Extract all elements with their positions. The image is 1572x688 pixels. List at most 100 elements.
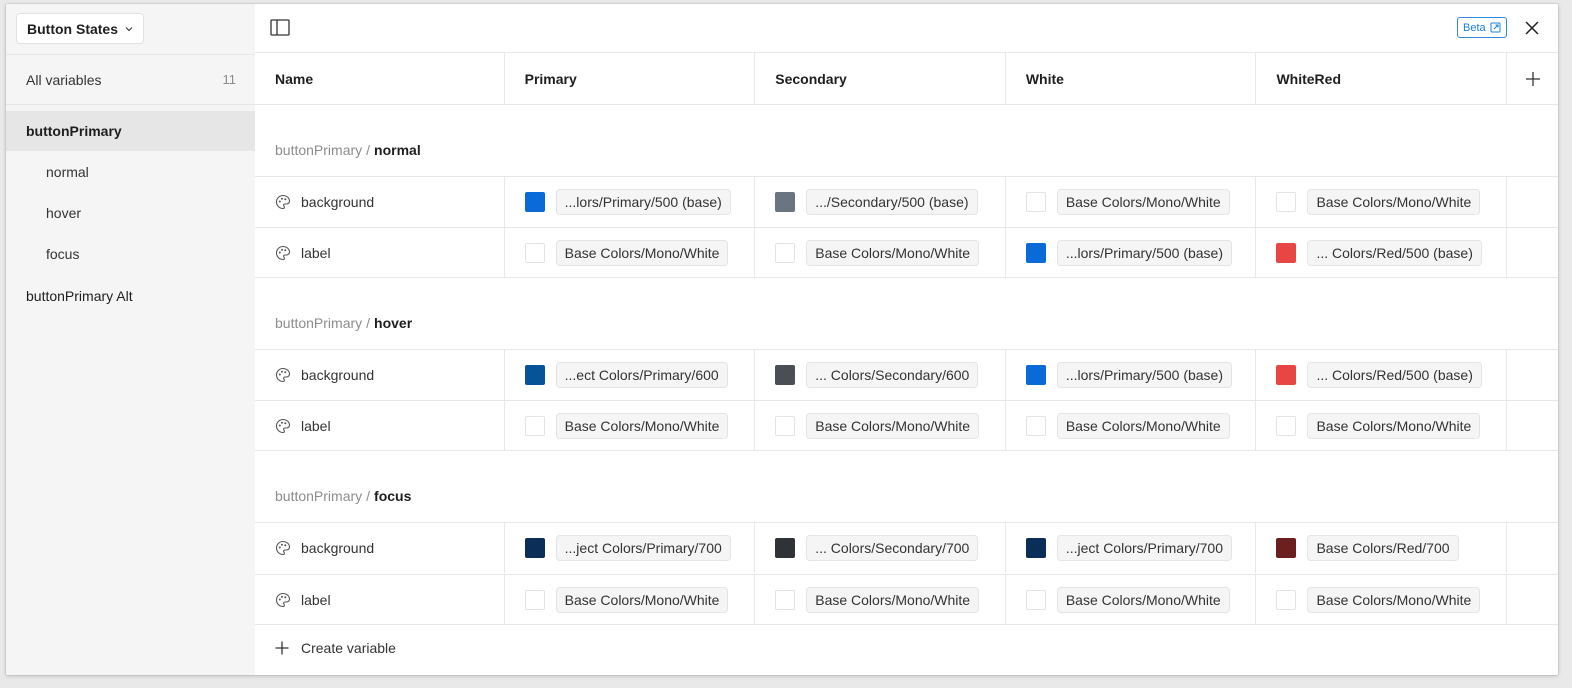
color-swatch[interactable] — [524, 538, 545, 558]
color-swatch[interactable] — [524, 365, 545, 385]
table-row[interactable]: label Base Colors/Mono/White Base Colors/M… — [255, 574, 1558, 625]
beta-badge[interactable]: Beta — [1457, 17, 1507, 38]
color-swatch[interactable] — [1025, 243, 1046, 263]
all-variables-item[interactable]: All variables 11 — [6, 54, 255, 105]
variable-value-cell[interactable]: ...ect Colors/Primary/600 — [505, 350, 756, 400]
variable-value-cell[interactable]: ... Colors/Secondary/600 — [755, 350, 1006, 400]
table-row[interactable]: background ...ect Colors/Primary/600 ... C… — [255, 349, 1558, 400]
variable-value-cell[interactable]: ... Colors/Red/500 (base) — [1256, 350, 1508, 400]
color-swatch[interactable] — [1276, 538, 1297, 558]
alias-pill[interactable]: ...lors/Primary/500 (base) — [555, 189, 731, 215]
color-swatch[interactable] — [775, 192, 796, 212]
color-swatch[interactable] — [775, 416, 796, 436]
variable-value-cell[interactable]: Base Colors/Mono/White — [505, 228, 756, 278]
variable-value-cell[interactable]: Base Colors/Mono/White — [1256, 401, 1508, 451]
alias-pill[interactable]: Base Colors/Mono/White — [1056, 587, 1230, 613]
table-row[interactable]: background ...ject Colors/Primary/700 ... … — [255, 522, 1558, 573]
alias-pill[interactable]: Base Colors/Mono/White — [1307, 587, 1481, 613]
sidebar-item-buttonprimary[interactable]: buttonPrimary — [6, 111, 255, 151]
color-swatch[interactable] — [1276, 243, 1297, 263]
variable-name-cell[interactable]: background — [255, 523, 505, 573]
alias-pill[interactable]: .../Secondary/500 (base) — [806, 189, 978, 215]
close-icon[interactable] — [1523, 19, 1541, 37]
alias-pill[interactable]: Base Colors/Mono/White — [806, 413, 980, 439]
color-swatch[interactable] — [524, 243, 545, 263]
color-swatch[interactable] — [775, 365, 796, 385]
alias-pill[interactable]: ...lors/Primary/500 (base) — [1056, 240, 1233, 266]
variable-value-cell[interactable]: ...lors/Primary/500 (base) — [1006, 350, 1257, 400]
alias-pill[interactable]: Base Colors/Mono/White — [555, 587, 729, 613]
alias-pill[interactable]: ... Colors/Secondary/700 — [806, 535, 979, 561]
color-swatch[interactable] — [1276, 590, 1297, 610]
color-swatch[interactable] — [775, 590, 796, 610]
variable-value-cell[interactable]: ...ject Colors/Primary/700 — [1006, 523, 1257, 573]
color-swatch[interactable] — [1276, 416, 1297, 436]
column-header-secondary[interactable]: Secondary — [755, 53, 1006, 105]
variable-value-cell[interactable]: Base Colors/Red/700 — [1256, 523, 1508, 573]
color-swatch[interactable] — [1025, 538, 1046, 558]
alias-pill[interactable]: ... Colors/Red/500 (base) — [1307, 362, 1482, 388]
variable-value-cell[interactable]: .../Secondary/500 (base) — [755, 177, 1006, 227]
variable-value-cell[interactable]: Base Colors/Mono/White — [505, 575, 756, 625]
variable-value-cell[interactable]: Base Colors/Mono/White — [1006, 401, 1257, 451]
variable-value-cell[interactable]: Base Colors/Mono/White — [755, 575, 1006, 625]
sidebar-item-hover[interactable]: hover — [6, 193, 255, 233]
variable-value-cell[interactable]: Base Colors/Mono/White — [1006, 575, 1257, 625]
variable-value-cell[interactable]: Base Colors/Mono/White — [1006, 177, 1257, 227]
table-row[interactable]: label Base Colors/Mono/White Base Colors/M… — [255, 227, 1558, 278]
alias-pill[interactable]: Base Colors/Mono/White — [1307, 189, 1481, 215]
column-header-primary[interactable]: Primary — [505, 53, 756, 105]
alias-pill[interactable]: ...lors/Primary/500 (base) — [1056, 362, 1233, 388]
alias-pill[interactable]: ...ject Colors/Primary/700 — [1056, 535, 1233, 561]
alias-pill[interactable]: ...ject Colors/Primary/700 — [555, 535, 731, 561]
alias-pill[interactable]: ... Colors/Secondary/600 — [806, 362, 979, 388]
alias-pill[interactable]: Base Colors/Mono/White — [1307, 413, 1481, 439]
variable-value-cell[interactable]: Base Colors/Mono/White — [1256, 575, 1508, 625]
color-swatch[interactable] — [524, 590, 545, 610]
alias-pill[interactable]: Base Colors/Mono/White — [555, 240, 729, 266]
variable-name-cell[interactable]: label — [255, 575, 505, 625]
variable-value-cell[interactable]: Base Colors/Mono/White — [505, 401, 756, 451]
variable-value-cell[interactable]: Base Colors/Mono/White — [755, 228, 1006, 278]
column-header-white[interactable]: White — [1006, 53, 1257, 105]
variable-value-cell[interactable]: ... Colors/Red/500 (base) — [1256, 228, 1508, 278]
sidebar-item-focus[interactable]: focus — [6, 234, 255, 274]
alias-pill[interactable]: Base Colors/Mono/White — [806, 240, 980, 266]
create-variable-button[interactable]: Create variable — [275, 640, 396, 656]
variable-name-cell[interactable]: label — [255, 228, 505, 278]
table-row[interactable]: background ...lors/Primary/500 (base) .../… — [255, 176, 1558, 227]
color-swatch[interactable] — [775, 243, 796, 263]
variable-name-cell[interactable]: label — [255, 401, 505, 451]
alias-pill[interactable]: ... Colors/Red/500 (base) — [1307, 240, 1482, 266]
add-mode-button[interactable] — [1507, 53, 1558, 105]
color-swatch[interactable] — [1276, 365, 1297, 385]
variable-value-cell[interactable]: Base Colors/Mono/White — [1256, 177, 1508, 227]
alias-pill[interactable]: Base Colors/Mono/White — [806, 587, 980, 613]
variable-value-cell[interactable]: ... Colors/Secondary/700 — [755, 523, 1006, 573]
color-swatch[interactable] — [524, 192, 545, 212]
alias-pill[interactable]: ...ect Colors/Primary/600 — [555, 362, 728, 388]
alias-pill[interactable]: Base Colors/Mono/White — [1056, 413, 1230, 439]
sidebar-toggle-icon[interactable] — [269, 18, 291, 38]
color-swatch[interactable] — [524, 416, 545, 436]
variable-value-cell[interactable]: ...lors/Primary/500 (base) — [1006, 228, 1257, 278]
color-swatch[interactable] — [775, 538, 796, 558]
color-swatch[interactable] — [1276, 192, 1297, 212]
variable-name-cell[interactable]: background — [255, 350, 505, 400]
color-swatch[interactable] — [1025, 590, 1046, 610]
sidebar-item-normal[interactable]: normal — [6, 152, 255, 192]
variable-value-cell[interactable]: Base Colors/Mono/White — [755, 401, 1006, 451]
alias-pill[interactable]: Base Colors/Mono/White — [555, 413, 729, 439]
color-swatch[interactable] — [1025, 192, 1046, 212]
collection-dropdown[interactable]: Button States — [16, 13, 144, 44]
alias-pill[interactable]: Base Colors/Mono/White — [1056, 189, 1230, 215]
column-header-whitered[interactable]: WhiteRed — [1256, 53, 1508, 105]
variable-value-cell[interactable]: ...ject Colors/Primary/700 — [505, 523, 756, 573]
table-row[interactable]: label Base Colors/Mono/White Base Colors/M… — [255, 400, 1558, 451]
variable-value-cell[interactable]: ...lors/Primary/500 (base) — [505, 177, 756, 227]
color-swatch[interactable] — [1025, 365, 1046, 385]
variable-name-cell[interactable]: background — [255, 177, 505, 227]
sidebar-item-buttonprimary-alt[interactable]: buttonPrimary Alt — [6, 276, 255, 316]
alias-pill[interactable]: Base Colors/Red/700 — [1307, 535, 1459, 561]
color-swatch[interactable] — [1025, 416, 1046, 436]
